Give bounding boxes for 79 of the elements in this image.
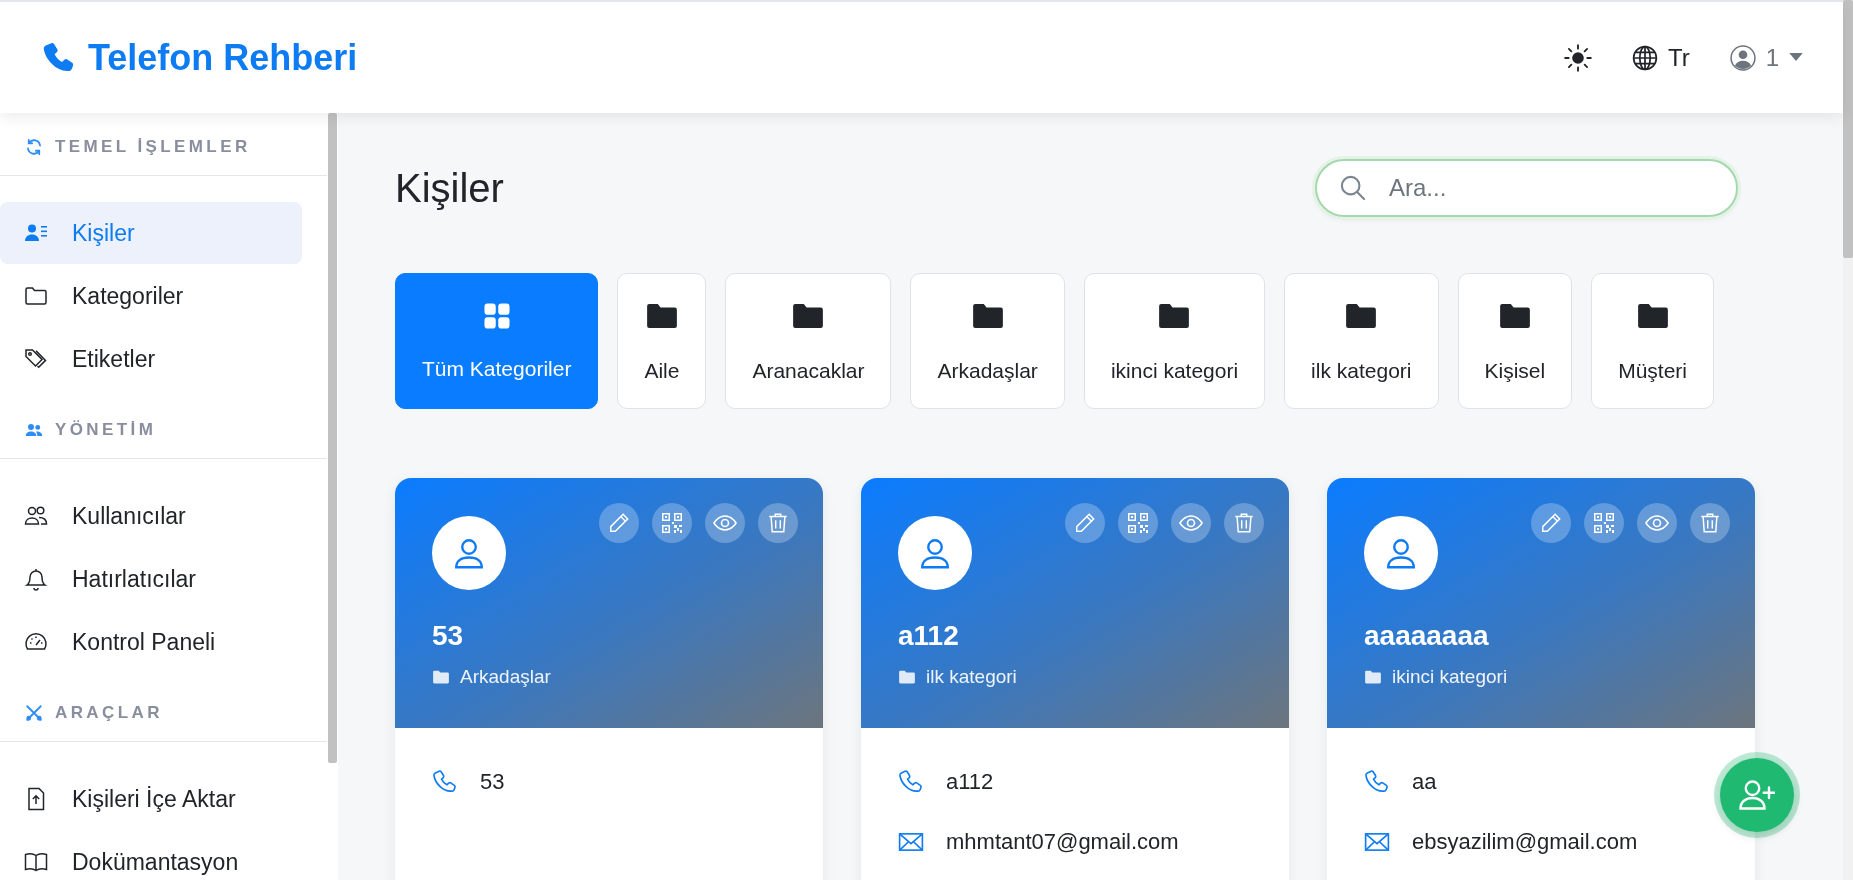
phone-icon (1364, 769, 1390, 795)
sidebar-item[interactable]: Kişiler (0, 202, 302, 264)
delete-button[interactable] (1690, 503, 1730, 543)
contact-detail: ebsyazilim@gmail.com (1412, 829, 1638, 855)
folder-icon (1364, 668, 1382, 686)
folder-icon (432, 668, 450, 686)
view-button[interactable] (1171, 503, 1211, 543)
contact-detail: mhmtant07@gmail.com (946, 829, 1179, 855)
users-icon (24, 504, 48, 528)
qr-code-icon (660, 511, 684, 535)
sidebar-item[interactable]: Hatırlatıcılar (0, 548, 302, 610)
trash-icon (1699, 512, 1721, 534)
globe-icon (1631, 44, 1658, 71)
theme-button[interactable] (1563, 43, 1592, 72)
pencil-icon (1074, 512, 1096, 534)
qr-code-button[interactable] (1584, 503, 1624, 543)
edit-button[interactable] (1531, 503, 1571, 543)
edit-button[interactable] (1065, 503, 1105, 543)
contact-category: ikinci kategori (1392, 666, 1508, 688)
qr-code-icon (1126, 511, 1150, 535)
folder-icon (898, 668, 916, 686)
scrollbar[interactable] (1843, 0, 1853, 258)
page-title: Kişiler (395, 165, 504, 211)
qr-code-icon (1592, 511, 1616, 535)
people-icon (25, 421, 43, 439)
trash-icon (1233, 512, 1255, 534)
folder-icon (24, 284, 48, 308)
pencil-icon (1540, 512, 1562, 534)
sidebar-item[interactable]: Kişileri İçe Aktar (0, 768, 302, 830)
sync-icon (25, 138, 43, 156)
section-heading: ARAÇLAR (55, 703, 163, 723)
category-tab[interactable]: Aranacaklar (725, 273, 892, 409)
scrollbar[interactable] (328, 113, 337, 763)
search-icon (1339, 174, 1367, 202)
caret-icon (1789, 53, 1803, 62)
category-tab[interactable]: Tüm Kategoriler (395, 273, 599, 409)
phone-icon (432, 769, 458, 795)
tools-icon (25, 704, 43, 722)
trash-icon (767, 512, 789, 534)
phone-icon (898, 769, 924, 795)
category-tab[interactable]: Arkadaşlar (910, 273, 1065, 409)
contact-detail: aa (1412, 769, 1437, 795)
sidebar-item[interactable]: Etiketler (0, 328, 302, 390)
pencil-icon (608, 512, 630, 534)
tag-icon (24, 347, 48, 371)
contact-name: aaaaaaaa (1364, 620, 1490, 652)
sidebar-item[interactable]: Kullanıcılar (0, 485, 302, 547)
bell-icon (24, 567, 48, 591)
app-title: Telefon Rehberi (88, 36, 358, 79)
edit-button[interactable] (599, 503, 639, 543)
section-heading: YÖNETİM (55, 420, 157, 440)
user-menu-button[interactable]: 1 (1729, 43, 1803, 72)
contact-category: ilk kategori (926, 666, 1017, 688)
category-tab[interactable]: Aile (617, 273, 707, 409)
contact-detail: 53 (480, 769, 505, 795)
search-field[interactable]: Ara... (1315, 159, 1738, 217)
sidebar-item[interactable]: Kontrol Paneli (0, 611, 302, 673)
contact-name: a112 (898, 620, 960, 652)
sidebar-item[interactable]: Kategoriler (0, 265, 302, 327)
section-heading: TEMEL İŞLEMLER (55, 137, 251, 157)
contact-name: 53 (432, 620, 465, 652)
language-button[interactable]: Tr (1631, 43, 1690, 72)
qr-code-button[interactable] (652, 503, 692, 543)
sidebar-item[interactable]: Dokümantasyon (0, 831, 302, 880)
category-tab[interactable]: Kişisel (1457, 273, 1573, 409)
sun-icon (1563, 43, 1592, 72)
qr-code-button[interactable] (1118, 503, 1158, 543)
category-tab[interactable]: ilk kategori (1284, 273, 1439, 409)
delete-button[interactable] (758, 503, 798, 543)
book-icon (24, 850, 48, 874)
add-person-icon (1739, 777, 1775, 813)
category-tab[interactable]: ikinci kategori (1083, 273, 1266, 409)
category-tab[interactable]: Müşteri (1591, 273, 1715, 409)
view-button[interactable] (705, 503, 745, 543)
delete-button[interactable] (1224, 503, 1264, 543)
contact-detail: a112 (946, 769, 994, 795)
user-avatar-icon (1729, 44, 1756, 71)
contact-category: Arkadaşlar (460, 666, 551, 688)
view-button[interactable] (1637, 503, 1677, 543)
